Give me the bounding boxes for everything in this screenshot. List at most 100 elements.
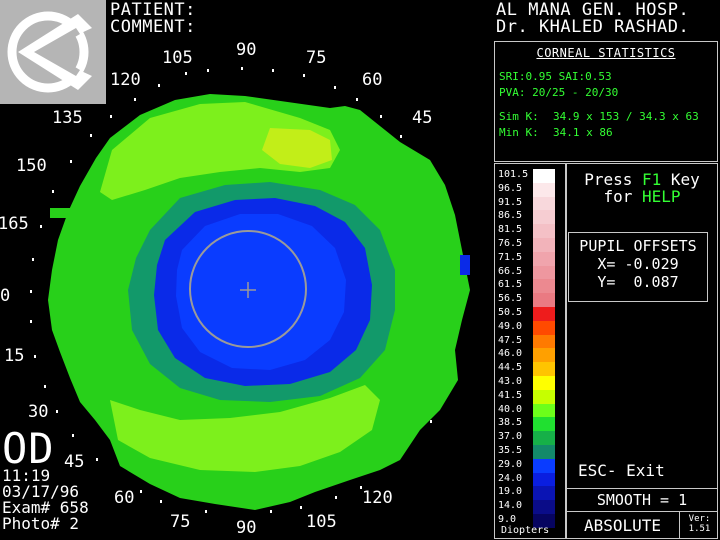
min-k-label: Min K: xyxy=(499,126,539,139)
scale-value-label: 9.0 xyxy=(498,514,517,525)
scale-color-swatch xyxy=(533,169,555,184)
comment-label: COMMENT: xyxy=(110,17,196,37)
angle-label: 105 xyxy=(162,48,193,68)
scale-value-label: 29.0 xyxy=(498,458,523,470)
scale-value-label: 37.0 xyxy=(498,431,523,443)
angle-label: 75 xyxy=(306,48,327,68)
exam-info: OD 11:19 03/17/96 Exam# 658 Photo# 2 xyxy=(2,424,89,533)
angle-label: 120 xyxy=(362,488,393,508)
scale-value-label: 44.5 xyxy=(498,362,523,374)
scale-color-swatch xyxy=(533,307,555,322)
scale-value-label: 46.0 xyxy=(498,348,523,360)
right-info-panel xyxy=(566,163,718,539)
help-word: HELP xyxy=(642,187,681,206)
scale-color-swatch xyxy=(533,320,555,336)
scale-color-swatch xyxy=(533,265,555,280)
angle-label: 60 xyxy=(362,70,383,90)
scale-value-label: 56.5 xyxy=(498,293,523,305)
smooth-setting[interactable]: SMOOTH = 1 xyxy=(566,488,718,512)
scale-unit-label: Diopters xyxy=(501,525,550,536)
scale-color-swatch xyxy=(533,417,555,432)
scale-value-label: 91.5 xyxy=(498,196,523,208)
help-for-text: for xyxy=(603,187,642,206)
pupil-offsets-title: PUPIL OFFSETS xyxy=(579,237,697,255)
angle-label: 135 xyxy=(52,108,83,128)
scale-value-label: 50.5 xyxy=(498,307,523,318)
eye-indicator: OD xyxy=(2,424,55,473)
scale-value-label: 47.5 xyxy=(498,334,523,346)
angle-label: 15 xyxy=(4,346,25,366)
pupil-offset-x: X= -0.029 xyxy=(597,255,679,273)
edge-fragment-blue xyxy=(460,255,470,275)
central-blue-zone xyxy=(176,214,346,370)
scale-color-swatch xyxy=(533,348,555,363)
scale-value-label: 76.5 xyxy=(498,238,523,249)
scale-color-swatch xyxy=(533,486,555,501)
photo-number: Photo# 2 xyxy=(2,514,80,533)
scale-color-swatch xyxy=(533,403,555,418)
scale-color-swatch xyxy=(533,334,555,349)
diopter-color-scale: 101.5 96.5 91.5 86.5 81.5 76.5 71.5 66.5 61.5 56.… xyxy=(494,163,566,539)
statistics-title: CORNEAL STATISTICS xyxy=(536,46,676,60)
scale-value-label: 101.5 xyxy=(498,169,529,180)
scale-color-swatch xyxy=(533,293,555,308)
angle-label: 60 xyxy=(114,488,135,508)
angle-label: 45 xyxy=(412,108,433,128)
scale-value-label: 41.5 xyxy=(498,389,523,401)
scale-color-swatch xyxy=(533,376,555,391)
sim-k-value: 34.9 x 153 / 34.3 x 63 xyxy=(553,110,699,123)
scale-value-label: 14.0 xyxy=(498,500,523,512)
angle-label: 30 xyxy=(28,402,49,422)
scale-color-swatch xyxy=(533,210,555,225)
scale-value-label: 19.0 xyxy=(498,486,523,498)
angle-label: 165 xyxy=(0,214,29,234)
corneal-statistics-panel: CORNEAL STATISTICS SRI:0.95 SAI:0.53 PVA… xyxy=(494,41,718,162)
angle-label: 0 xyxy=(0,286,11,306)
pva-value: PVA: 20/25 - 20/30 xyxy=(499,86,619,99)
doctor-name: Dr. KHALED RASHAD. xyxy=(496,17,690,37)
scale-value-label: 38.5 xyxy=(498,417,523,429)
scale-color-swatch xyxy=(533,238,555,253)
min-k-value: 34.1 x 86 xyxy=(553,126,613,139)
absolute-scale-mode[interactable]: ABSOLUTE xyxy=(566,512,680,539)
angle-label: 105 xyxy=(306,512,337,532)
version-info: Ver: 1.51 xyxy=(681,514,718,539)
scale-color-swatch xyxy=(533,500,555,515)
scale-color-swatch xyxy=(533,362,555,377)
scale-color-swatch xyxy=(533,196,555,211)
scale-color-swatch xyxy=(533,472,555,487)
scale-value-label: 49.0 xyxy=(498,320,523,332)
scale-color-swatch xyxy=(533,389,555,405)
scale-color-swatch xyxy=(533,431,555,446)
scale-color-swatch xyxy=(533,182,555,198)
scale-value-label: 81.5 xyxy=(498,224,523,236)
scale-value-label: 24.0 xyxy=(498,472,523,484)
version-label: Ver: xyxy=(688,514,711,524)
pupil-offsets-box: PUPIL OFFSETS X= -0.029 Y= 0.087 xyxy=(568,232,708,302)
scale-color-swatch xyxy=(533,458,555,474)
pupil-offset-y: Y= 0.087 xyxy=(597,273,679,291)
scale-color-swatch xyxy=(533,279,555,294)
angle-label: 90 xyxy=(236,518,257,538)
scale-color-swatch xyxy=(533,445,555,460)
angle-label: 75 xyxy=(170,512,191,532)
scale-value-label: 35.5 xyxy=(498,445,523,456)
angle-label: 90 xyxy=(236,40,257,60)
scale-color-swatch xyxy=(533,224,555,239)
scale-value-label: 96.5 xyxy=(498,182,523,194)
scale-value-label: 40.0 xyxy=(498,403,523,415)
version-number: 1.51 xyxy=(688,524,711,534)
sri-sai-values: SRI:0.95 SAI:0.53 xyxy=(499,70,612,83)
edge-fragment-green xyxy=(50,208,72,218)
esc-exit-hint[interactable]: ESC- Exit xyxy=(578,461,665,480)
scale-value-label: 71.5 xyxy=(498,251,523,263)
help-hint: Press F1 Key for HELP xyxy=(566,171,718,205)
sim-k-label: Sim K: xyxy=(499,110,539,123)
scale-value-label: 61.5 xyxy=(498,279,523,291)
scale-value-label: 86.5 xyxy=(498,210,523,222)
angle-label: 150 xyxy=(16,156,47,176)
angle-label: 120 xyxy=(110,70,141,90)
scale-value-label: 43.0 xyxy=(498,376,523,387)
scale-value-label: 66.5 xyxy=(498,265,523,277)
scale-color-swatch xyxy=(533,251,555,267)
